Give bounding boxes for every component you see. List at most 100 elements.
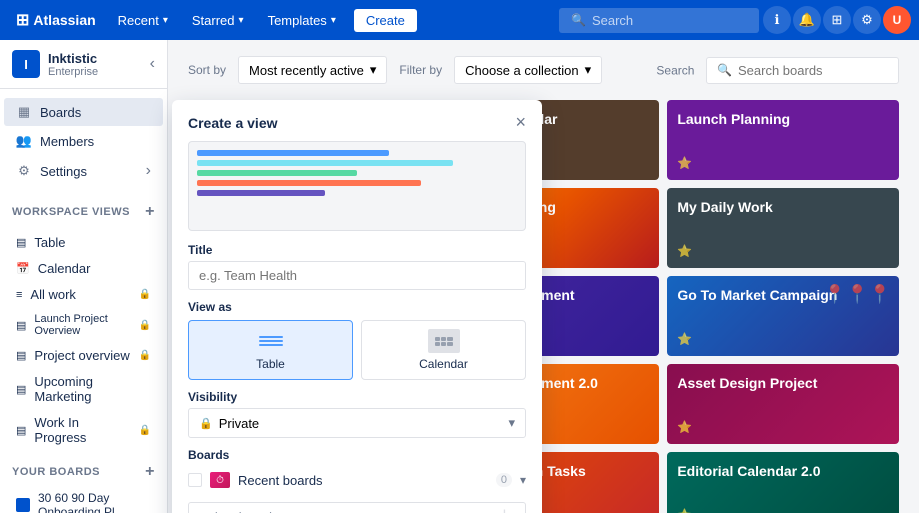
sidebar-item-settings[interactable]: ⚙ Settings › (4, 156, 163, 186)
chevron-down-icon: ▾ (585, 62, 592, 78)
lock-icon-3: 🔒 (139, 350, 151, 361)
preview-line-5 (197, 190, 325, 196)
your-boards-section: Your boards + (0, 455, 167, 485)
notifications-icon[interactable]: 🔔 (793, 6, 821, 34)
chevron-down-icon: ▾ (508, 508, 515, 513)
project-icon: ▤ (16, 349, 26, 362)
search-boards-input[interactable] (738, 63, 888, 78)
members-icon: 👥 (16, 133, 32, 149)
lock-icon-2: 🔒 (139, 320, 151, 331)
modal-close-button[interactable]: × (515, 112, 526, 133)
modal-title: Create a view (188, 115, 278, 131)
filter-select[interactable]: Choose a collection ▾ (454, 56, 602, 84)
visibility-label: Visibility (188, 390, 526, 404)
recent-boards-checkbox[interactable] (188, 473, 202, 487)
settings-icon: ⚙ (16, 163, 32, 179)
board-card-title: Asset Design Project (677, 374, 889, 392)
recent-menu[interactable]: Recent ▾ (108, 9, 178, 32)
global-search[interactable]: 🔍 (559, 8, 759, 33)
lock-small-icon: 🔒 (199, 417, 213, 430)
sidebar-item-boards[interactable]: ▦ Boards (4, 98, 163, 126)
grid-icon: ⊞ (16, 10, 29, 30)
sidebar-collapse-button[interactable]: ‹ (150, 55, 155, 73)
board-card-launch-planning[interactable]: Launch Planning ⭐ (667, 100, 899, 180)
table-view-option[interactable]: Table (188, 320, 353, 380)
recent-boards-item[interactable]: ⏱ Recent boards 0 ▾ (188, 468, 526, 492)
preview-line-1 (197, 150, 389, 156)
chevron-down-icon: ▾ (370, 62, 377, 78)
lock-icon: 🔒 (139, 289, 151, 300)
chevron-down-icon: ▾ (163, 15, 168, 26)
board-card-go-to-market[interactable]: Go To Market Campaign ⭐ 📍📍📍 (667, 276, 899, 356)
filter-label: Filter by (399, 63, 442, 77)
table-view-icon: ▤ (16, 236, 26, 249)
add-board-sidebar-icon[interactable]: + (145, 463, 155, 481)
table-lines (259, 336, 283, 346)
allwork-icon: ≡ (16, 289, 22, 301)
sidebar-view-allwork[interactable]: ≡ All work 🔒 (4, 282, 163, 307)
sidebar-nav: ▦ Boards 👥 Members ⚙ Settings › (0, 89, 167, 195)
sidebar-boards-list: 30 60 90 Day Onboarding Pl... Agile Spri… (0, 486, 167, 513)
sidebar-view-wip[interactable]: ▤ Work In Progress 🔒 (4, 410, 163, 450)
calendar-view-option[interactable]: Calendar (361, 320, 526, 380)
user-avatar[interactable]: U (883, 6, 911, 34)
sidebar-view-upcoming[interactable]: ▤ Upcoming Marketing (4, 369, 163, 409)
sort-label: Sort by (188, 63, 226, 77)
workspace-info: Inktistic Enterprise (48, 51, 142, 78)
templates-menu[interactable]: Templates ▾ (258, 9, 346, 32)
sidebar-board-0[interactable]: 30 60 90 Day Onboarding Pl... (4, 486, 163, 513)
boards-label: Boards (40, 105, 151, 120)
sort-select[interactable]: Most recently active ▾ (238, 56, 387, 84)
board-star-icon: ⭐ (677, 244, 692, 258)
sidebar-item-members[interactable]: 👥 Members (4, 127, 163, 155)
sidebar-view-calendar[interactable]: 📅 Calendar (4, 256, 163, 281)
board-star-icon: ⭐ (677, 420, 692, 434)
calendar-option-label: Calendar (419, 357, 468, 371)
calendar-option-icon (428, 329, 460, 353)
toolbar: Sort by Most recently active ▾ Filter by… (188, 56, 899, 84)
select-boards-separator: | ▾ (502, 508, 515, 513)
title-field: Title (172, 243, 542, 300)
preview-lines (189, 142, 525, 208)
chevron-down-icon: ▾ (239, 15, 244, 26)
visibility-select[interactable]: 🔒 Private ▾ (188, 408, 526, 438)
add-view-icon[interactable]: + (145, 203, 155, 221)
calendar-grid (435, 337, 453, 346)
select-boards-button[interactable]: Select boards | ▾ (188, 502, 526, 513)
board-card-editorial-2[interactable]: Editorial Calendar 2.0 ⭐ (667, 452, 899, 513)
title-field-label: Title (188, 243, 526, 257)
create-button[interactable]: Create (354, 9, 417, 32)
apps-icon[interactable]: ⊞ (823, 6, 851, 34)
search-icon: 🔍 (571, 13, 586, 27)
sidebar-view-project[interactable]: ▤ Project overview 🔒 (4, 343, 163, 368)
top-nav: ⊞ Atlassian Recent ▾ Starred ▾ Templates… (0, 0, 919, 40)
sidebar-view-table[interactable]: ▤ Table (4, 230, 163, 255)
board-card-title: Editorial Calendar 2.0 (677, 462, 889, 480)
starred-menu[interactable]: Starred ▾ (182, 9, 254, 32)
sidebar: I Inktistic Enterprise ‹ ▦ Boards 👥 Memb… (0, 40, 168, 513)
board-card-my-daily-work[interactable]: My Daily Work ⭐ (667, 188, 899, 268)
app-logo[interactable]: ⊞ Atlassian (8, 10, 104, 30)
boards-section: Boards ⏱ Recent boards 0 ▾ (172, 448, 542, 502)
visibility-section: Visibility 🔒 Private ▾ (172, 390, 542, 448)
board-card-title: Launch Planning (677, 110, 889, 128)
board-color-dot (16, 498, 30, 512)
search-input[interactable] (592, 13, 732, 28)
visibility-value: Private (219, 416, 259, 431)
sidebar-view-launch[interactable]: ▤ Launch Project Overview 🔒 (4, 308, 163, 342)
preview-line-3 (197, 170, 357, 176)
info-icon[interactable]: ℹ (763, 6, 791, 34)
workspace-icon: I (12, 50, 40, 78)
select-boards-row: Select boards | ▾ (172, 502, 542, 513)
board-card-asset-design[interactable]: Asset Design Project ⭐ (667, 364, 899, 444)
table-option-icon (255, 329, 287, 353)
launch-icon: ▤ (16, 319, 26, 332)
recent-boards-arrow[interactable]: ▾ (520, 473, 526, 487)
title-input[interactable] (188, 261, 526, 290)
search-boards-field[interactable]: 🔍 (706, 57, 899, 84)
calendar-view-icon: 📅 (16, 262, 30, 275)
settings-icon[interactable]: ⚙ (853, 6, 881, 34)
board-star-icon: ⭐ (677, 156, 692, 170)
toolbar-search: Search 🔍 (656, 57, 899, 84)
members-label: Members (40, 134, 151, 149)
